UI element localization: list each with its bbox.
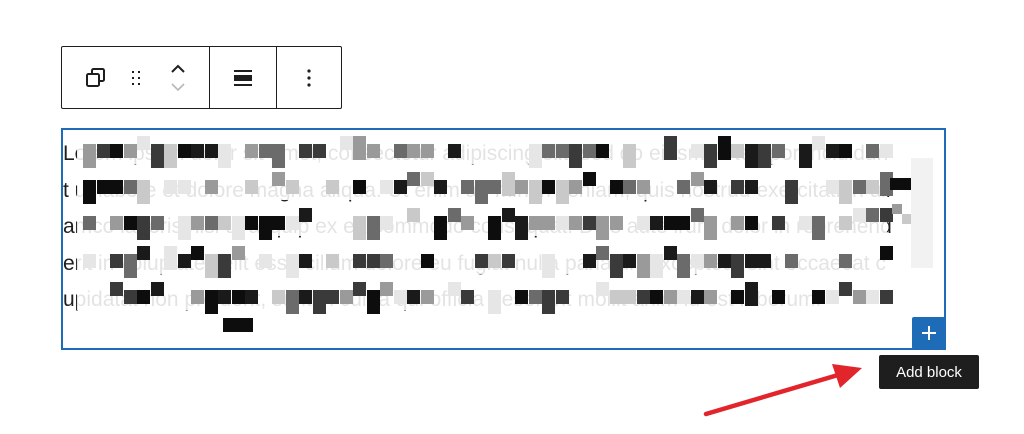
plus-icon <box>921 326 936 340</box>
paragraph-block[interactable]: Lorem ipsum dolor sit amet, consectetur … <box>61 128 946 350</box>
chevron-down-icon <box>171 82 185 91</box>
align-center-icon <box>234 69 252 86</box>
drag-handle-button[interactable] <box>124 66 148 90</box>
chevron-up-icon <box>171 64 185 73</box>
transform-icon <box>86 67 105 87</box>
options-button[interactable] <box>297 64 321 92</box>
toolbar-group-options <box>277 47 341 108</box>
toolbar-group-block <box>62 47 210 108</box>
align-button[interactable] <box>229 64 257 92</box>
drag-handle-icon <box>132 70 140 85</box>
block-toolbar <box>61 46 342 109</box>
move-down-button[interactable] <box>166 78 190 96</box>
more-vertical-icon <box>307 68 311 87</box>
add-block-tooltip: Add block <box>879 355 979 389</box>
move-up-button[interactable] <box>166 60 190 78</box>
block-transform-button[interactable] <box>84 66 108 90</box>
paragraph-text[interactable]: Lorem ipsum dolor sit amet, consectetur … <box>63 136 893 319</box>
toolbar-group-align <box>210 47 277 108</box>
add-block-button[interactable] <box>912 317 945 349</box>
block-mover <box>166 60 190 96</box>
